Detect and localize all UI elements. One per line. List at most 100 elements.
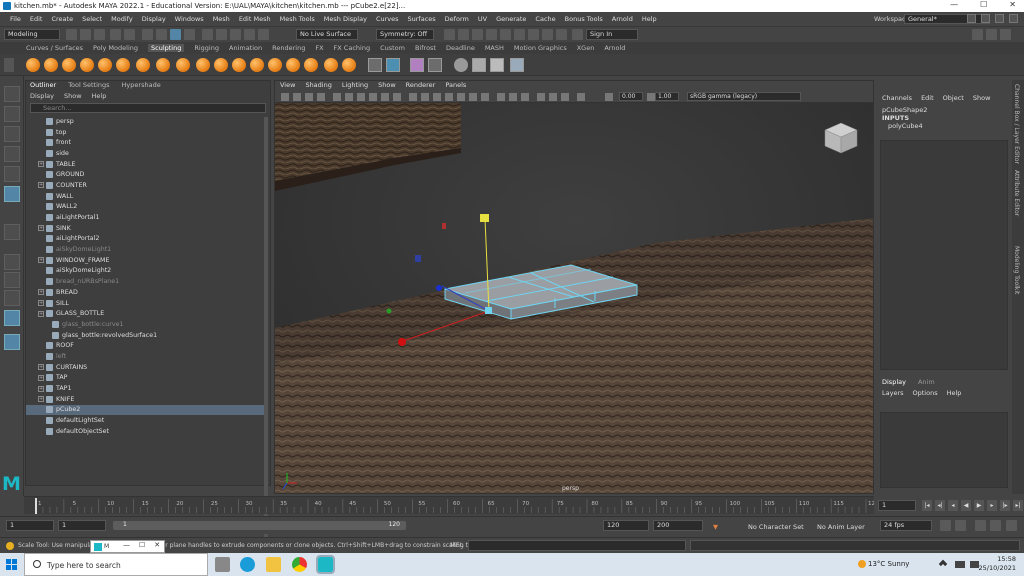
layout-icon[interactable] bbox=[967, 14, 976, 23]
taskbar-search-input[interactable]: Type here to search bbox=[24, 553, 208, 576]
ambient-occlusion-icon[interactable] bbox=[481, 93, 489, 101]
expand-icon[interactable]: + bbox=[38, 310, 44, 317]
outliner-item[interactable]: + SILL bbox=[26, 298, 264, 309]
spray-tool-icon[interactable] bbox=[156, 58, 170, 72]
expand-icon[interactable]: + bbox=[38, 396, 44, 403]
chrome-icon[interactable] bbox=[292, 557, 307, 572]
hypershade-icon[interactable] bbox=[500, 29, 511, 40]
select-component-icon[interactable] bbox=[184, 29, 195, 40]
outliner-item[interactable]: + WINDOW_FRAME bbox=[26, 255, 264, 266]
menu-uv[interactable]: UV bbox=[478, 15, 487, 23]
outliner-item[interactable]: ROOF bbox=[26, 340, 264, 351]
outliner-tab-outliner[interactable]: Outliner bbox=[30, 81, 56, 91]
fps-dropdown[interactable]: 24 fps bbox=[880, 520, 932, 531]
save-icon[interactable] bbox=[94, 29, 105, 40]
time-slider[interactable]: 1 5 10 15 20 25 30 35 40 45 50 55 60 65 70 75 80 85 90 95 10… bbox=[24, 496, 874, 514]
wire-on-shaded-icon[interactable] bbox=[433, 93, 441, 101]
safe-action-icon[interactable] bbox=[393, 93, 401, 101]
auto-key-icon[interactable] bbox=[955, 520, 966, 531]
outliner-item[interactable]: side bbox=[26, 148, 264, 159]
taskbar-preview-popup[interactable]: M — ☐ ✕ bbox=[90, 540, 165, 553]
eraser-icon[interactable] bbox=[510, 58, 524, 72]
field-chart-icon[interactable] bbox=[381, 93, 389, 101]
step-back-key-button[interactable]: ◂| bbox=[935, 500, 945, 511]
snap-curve-icon[interactable] bbox=[216, 29, 227, 40]
blend-shape-icon[interactable] bbox=[410, 58, 424, 72]
viewport-menu-shading[interactable]: Shading bbox=[305, 81, 331, 91]
outliner-menu-help[interactable]: Help bbox=[92, 92, 107, 100]
shelf-tab-bifrost[interactable]: Bifrost bbox=[415, 44, 436, 52]
outliner-item[interactable]: + CURTAINS bbox=[26, 362, 264, 373]
render-icon[interactable] bbox=[444, 29, 455, 40]
outliner-item[interactable]: top bbox=[26, 127, 264, 138]
bulge-tool-icon[interactable] bbox=[304, 58, 318, 72]
outliner-item[interactable]: aiLightPortal2 bbox=[26, 234, 264, 245]
resolution-gate-icon[interactable] bbox=[357, 93, 365, 101]
toggle-panel-icon[interactable] bbox=[1000, 29, 1011, 40]
prefs-icon[interactable] bbox=[1006, 520, 1017, 531]
expand-icon[interactable]: + bbox=[38, 182, 44, 189]
popup-close-button[interactable]: ✕ bbox=[154, 541, 160, 549]
exposure-field[interactable]: 0.00 bbox=[619, 92, 643, 101]
menu-mesh-tools[interactable]: Mesh Tools bbox=[280, 15, 315, 23]
menu-arnold[interactable]: Arnold bbox=[612, 15, 633, 23]
move-tool-icon[interactable] bbox=[4, 146, 20, 162]
layer-menu-options[interactable]: Options bbox=[913, 389, 938, 397]
wrap-deformer-icon[interactable] bbox=[472, 58, 486, 72]
render-icon[interactable] bbox=[458, 29, 469, 40]
menu-mesh-display[interactable]: Mesh Display bbox=[324, 15, 367, 23]
menu-bonus-tools[interactable]: Bonus Tools bbox=[565, 15, 603, 23]
relax-tool-icon[interactable] bbox=[62, 58, 76, 72]
layout-icon[interactable] bbox=[981, 14, 990, 23]
shelf-tab-xgen[interactable]: XGen bbox=[577, 44, 595, 52]
freeze-tool-icon[interactable] bbox=[342, 58, 356, 72]
outliner-tab-tool-settings[interactable]: Tool Settings bbox=[68, 81, 109, 91]
outliner-scrollbar[interactable] bbox=[264, 117, 268, 557]
menu-display[interactable]: Display bbox=[142, 15, 166, 23]
audio-icon[interactable] bbox=[975, 520, 986, 531]
weather-text[interactable]: 13°C Sunny bbox=[868, 560, 909, 568]
menu-edit[interactable]: Edit bbox=[30, 15, 43, 23]
go-end-button[interactable]: ▸| bbox=[1013, 500, 1023, 511]
outliner-item[interactable]: left bbox=[26, 351, 264, 362]
shelf-tab-rendering[interactable]: Rendering bbox=[272, 44, 305, 52]
play-back-button[interactable]: ◀ bbox=[961, 500, 971, 511]
fill-tool-icon[interactable] bbox=[250, 58, 264, 72]
outliner-menu-show[interactable]: Show bbox=[64, 92, 82, 100]
render-settings-icon[interactable] bbox=[486, 29, 497, 40]
open-icon[interactable] bbox=[80, 29, 91, 40]
expand-icon[interactable]: + bbox=[38, 385, 44, 392]
smear-tool-icon[interactable] bbox=[286, 58, 300, 72]
layer-tab-anim[interactable]: Anim bbox=[918, 378, 935, 386]
depth-of-field-icon[interactable] bbox=[561, 93, 569, 101]
expand-icon[interactable]: + bbox=[38, 225, 44, 232]
rotate-tool-icon[interactable] bbox=[4, 166, 20, 182]
shelf-menu-icon[interactable] bbox=[4, 58, 14, 72]
minimize-button[interactable]: — bbox=[950, 0, 958, 9]
step-forward-key-button[interactable]: |▸ bbox=[1000, 500, 1010, 511]
shelf-tab-deadline[interactable]: Deadline bbox=[446, 44, 475, 52]
layout-icon[interactable] bbox=[995, 14, 1004, 23]
shelf-tab-animation[interactable]: Animation bbox=[229, 44, 262, 52]
menu-edit-mesh[interactable]: Edit Mesh bbox=[239, 15, 271, 23]
sign-in-dropdown[interactable]: Sign In bbox=[586, 29, 638, 40]
select-component-icon[interactable] bbox=[170, 29, 181, 40]
camera-attr-icon[interactable] bbox=[293, 93, 301, 101]
snap-together-icon[interactable] bbox=[4, 224, 20, 240]
select-tool-icon[interactable] bbox=[4, 86, 20, 102]
play-forward-button[interactable]: ▶ bbox=[974, 500, 984, 511]
stamp-icon[interactable] bbox=[490, 58, 504, 72]
outliner-item[interactable]: + KNIFE bbox=[26, 394, 264, 405]
shelf-tab-poly-modeling[interactable]: Poly Modeling bbox=[93, 44, 138, 52]
outliner-item[interactable]: + GLASS_BOTTLE bbox=[26, 308, 264, 319]
color-space-dropdown[interactable]: sRGB gamma (legacy) bbox=[687, 92, 801, 101]
channel-menu-show[interactable]: Show bbox=[973, 94, 991, 102]
expand-icon[interactable]: + bbox=[38, 257, 44, 264]
snap-point-icon[interactable] bbox=[230, 29, 241, 40]
undo-icon[interactable] bbox=[110, 29, 121, 40]
viewport-menu-view[interactable]: View bbox=[280, 81, 295, 91]
channel-menu-channels[interactable]: Channels bbox=[882, 94, 912, 102]
menu-cache[interactable]: Cache bbox=[535, 15, 555, 23]
menu-create[interactable]: Create bbox=[51, 15, 73, 23]
layout-icon[interactable] bbox=[1009, 14, 1018, 23]
